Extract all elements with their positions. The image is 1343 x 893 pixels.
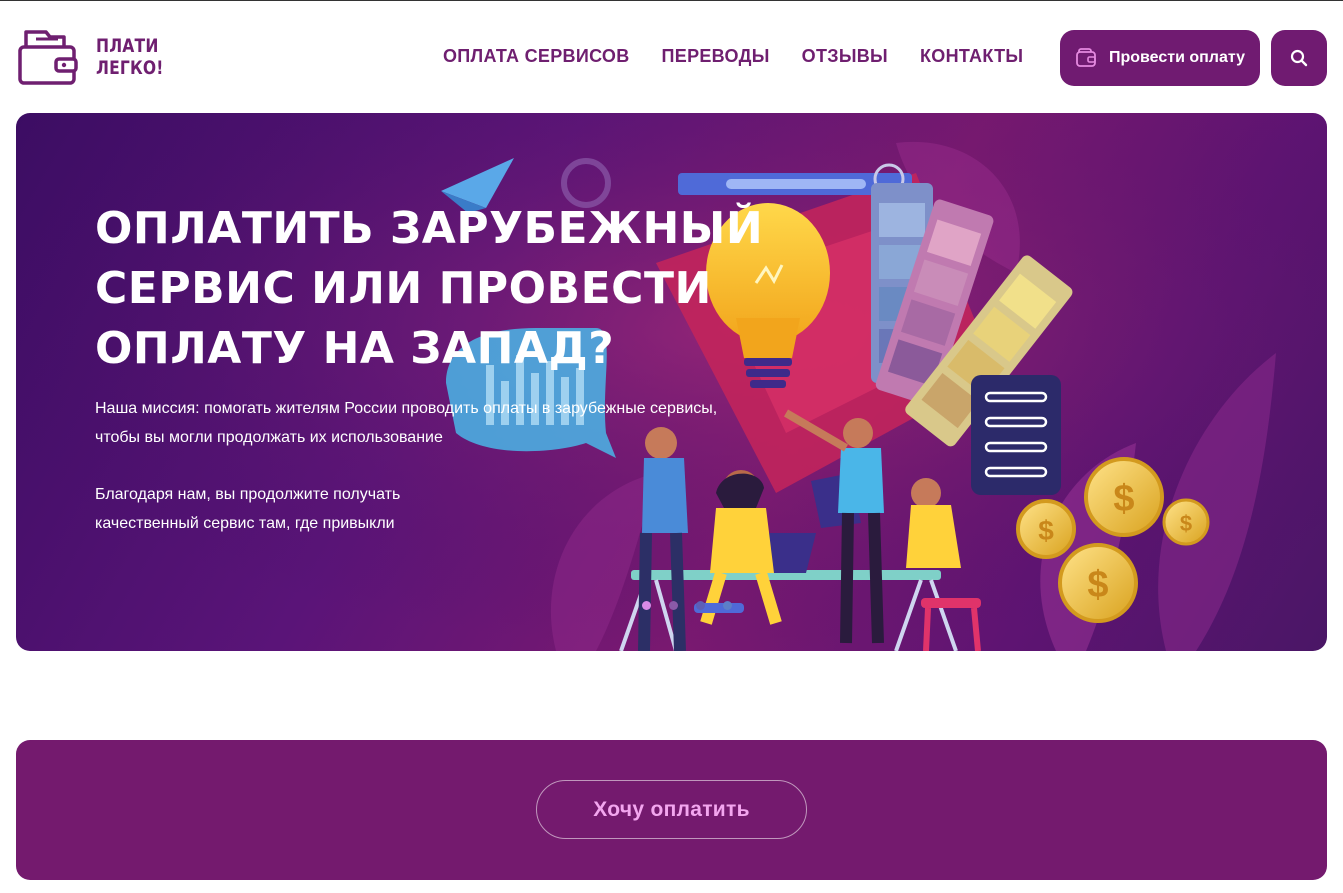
logo-text: ПЛАТИ ЛЕГКО! bbox=[96, 35, 164, 79]
make-payment-button[interactable]: Провести оплату bbox=[1060, 30, 1260, 86]
hero-title-line-1: ОПЛАТИТЬ ЗАРУБЕЖНЫЙ bbox=[95, 203, 764, 254]
nav-item-transfers[interactable]: ПЕРЕВОДЫ bbox=[662, 46, 770, 67]
hero-title-line-3: ОПЛАТУ НА ЗАПАД? bbox=[95, 323, 615, 374]
hero-benefit-line-1: Благодаря нам, вы продолжите получать bbox=[95, 486, 401, 503]
cta-section: Хочу оплатить bbox=[16, 740, 1327, 880]
nav-item-services-payment[interactable]: ОПЛАТА СЕРВИСОВ bbox=[443, 46, 630, 67]
svg-text:$: $ bbox=[1180, 511, 1192, 536]
hero-title-line-2: СЕРВИС ИЛИ ПРОВЕСТИ bbox=[95, 263, 712, 314]
slider-dot-3[interactable] bbox=[696, 601, 705, 610]
want-to-pay-button[interactable]: Хочу оплатить bbox=[536, 780, 807, 839]
svg-text:$: $ bbox=[1038, 515, 1054, 546]
logo-line-2: ЛЕГКО! bbox=[96, 57, 164, 79]
slider-dot-1[interactable] bbox=[642, 601, 651, 610]
svg-text:$: $ bbox=[1113, 478, 1134, 520]
hero-mission-text: Наша миссия: помогать жителям России про… bbox=[95, 394, 717, 452]
hero-illustration: $ $ $ $ bbox=[16, 113, 1327, 651]
slider-dots bbox=[642, 601, 750, 610]
logo[interactable]: ПЛАТИ ЛЕГКО! bbox=[18, 27, 178, 87]
logo-line-1: ПЛАТИ bbox=[96, 35, 159, 57]
slider-dot-4[interactable] bbox=[723, 601, 732, 610]
hero-title: ОПЛАТИТЬ ЗАРУБЕЖНЫЙ СЕРВИС ИЛИ ПРОВЕСТИ … bbox=[95, 199, 764, 379]
nav-item-contacts[interactable]: КОНТАКТЫ bbox=[920, 46, 1023, 67]
hero-mission-line-1: Наша миссия: помогать жителям России про… bbox=[95, 400, 718, 417]
main-nav: ОПЛАТА СЕРВИСОВ ПЕРЕВОДЫ ОТЗЫВЫ КОНТАКТЫ bbox=[443, 46, 1055, 67]
wallet-icon bbox=[1076, 48, 1096, 67]
search-button[interactable] bbox=[1271, 30, 1327, 86]
svg-text:$: $ bbox=[1087, 564, 1108, 606]
hero-mission-line-2: чтобы вы могли продолжать их использован… bbox=[95, 429, 443, 446]
search-icon bbox=[1290, 49, 1308, 67]
hero-benefit-line-2: качественный сервис там, где привыкли bbox=[95, 515, 395, 532]
hero-banner: $ $ $ $ ОПЛАТИТЬ ЗАРУБЕЖНЫЙ СЕРВИС ИЛИ П… bbox=[16, 113, 1327, 651]
make-payment-label: Провести оплату bbox=[1108, 49, 1245, 66]
slider-dot-2[interactable] bbox=[669, 601, 678, 610]
hero-benefit-text: Благодаря нам, вы продолжите получать ка… bbox=[95, 480, 400, 538]
wallet-icon bbox=[18, 30, 78, 85]
nav-item-reviews[interactable]: ОТЗЫВЫ bbox=[802, 46, 888, 67]
site-header: ПЛАТИ ЛЕГКО! ОПЛАТА СЕРВИСОВ ПЕРЕВОДЫ ОТ… bbox=[0, 0, 1343, 113]
